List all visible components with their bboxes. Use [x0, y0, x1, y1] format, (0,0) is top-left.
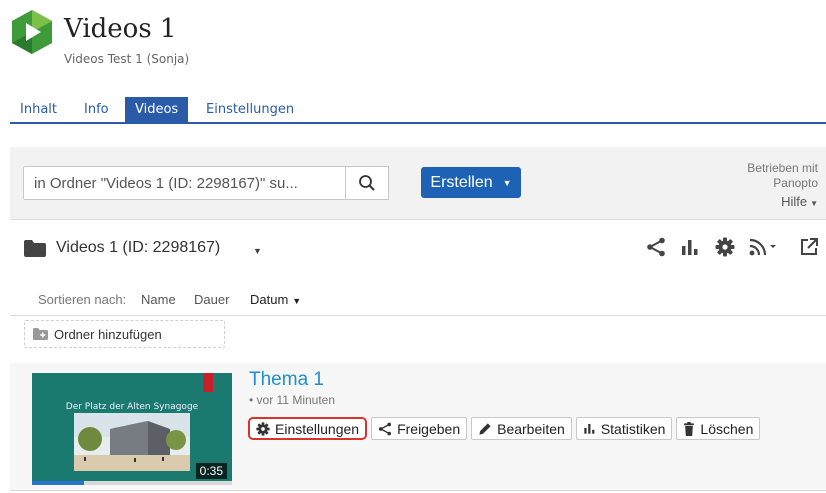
sort-option-datum-label: Datum — [250, 292, 289, 307]
share-button-label: Freigeben — [397, 420, 461, 437]
powered-by-line1: Betrieben mit — [747, 161, 818, 175]
session-row: Der Platz der Alten Synagoge 0:35 Thema … — [10, 363, 826, 491]
share-icon[interactable] — [644, 235, 668, 259]
thumbnail-red-bar — [203, 373, 213, 392]
session-date: • vor 11 Minuten — [249, 393, 336, 407]
session-delete-button[interactable]: Löschen — [676, 417, 761, 440]
edit-button-label: Bearbeiten — [497, 420, 565, 437]
create-button-label: Erstellen — [430, 173, 493, 191]
add-folder-label: Ordner hinzufügen — [54, 326, 162, 342]
help-label: Hilfe — [781, 194, 808, 209]
session-stats-button[interactable]: Statistiken — [575, 417, 673, 440]
folder-name[interactable]: Videos 1 (ID: 2298167) — [56, 239, 220, 257]
trash-icon — [684, 421, 695, 436]
sort-label: Sortieren nach: — [38, 292, 127, 307]
folder-dropdown-caret-icon[interactable]: ▼ — [253, 246, 262, 256]
thumbnail-photo-image — [74, 413, 190, 471]
powered-by: Betrieben mit Panopto — [747, 161, 818, 191]
search-icon — [359, 175, 375, 191]
gear-icon[interactable] — [713, 235, 737, 259]
panopto-toolbar: Erstellen ▼ Betrieben mit Panopto Hilfe▼ — [10, 147, 826, 220]
pencil-icon — [479, 422, 491, 435]
help-menu[interactable]: Hilfe ▼ — [781, 194, 818, 209]
session-title[interactable]: Thema 1 — [249, 369, 324, 391]
sort-option-datum[interactable]: Datum ▼ — [250, 292, 301, 307]
caret-down-icon: ▼ — [292, 296, 302, 306]
session-edit-button[interactable]: Bearbeiten — [471, 417, 572, 440]
tab-videos[interactable]: Videos — [125, 97, 189, 122]
course-header: Videos 1 Videos Test 1 (Sonja) — [0, 0, 826, 95]
tab-einstellungen[interactable]: Einstellungen — [196, 97, 304, 122]
video-duration: 0:35 — [195, 463, 227, 479]
gear-icon — [256, 421, 270, 436]
thumbnail-title: Der Platz der Alten Synagoge — [65, 402, 199, 412]
caret-down-icon: ▼ — [502, 177, 512, 188]
sort-bar: Sortieren nach: Name Dauer Datum ▼ — [10, 286, 826, 316]
course-logo-icon — [12, 10, 52, 54]
stats-button-label: Statistiken — [600, 420, 666, 437]
stats-icon[interactable] — [678, 235, 702, 259]
sort-option-dauer[interactable]: Dauer — [194, 292, 229, 307]
sort-option-name[interactable]: Name — [141, 292, 176, 307]
tab-inhalt[interactable]: Inhalt — [10, 97, 67, 122]
session-settings-button[interactable]: Einstellungen — [248, 417, 368, 440]
caret-down-icon: ▼ — [810, 199, 818, 208]
session-thumbnail[interactable]: Der Platz der Alten Synagoge 0:35 — [32, 373, 232, 485]
search-box — [23, 166, 389, 200]
page-title: Videos 1 — [64, 14, 177, 44]
session-share-button[interactable]: Freigeben — [371, 417, 468, 440]
share-icon — [379, 422, 392, 435]
add-folder-icon — [33, 328, 48, 340]
page-subtitle: Videos Test 1 (Sonja) — [64, 52, 190, 66]
rss-icon[interactable] — [747, 235, 779, 259]
delete-button-label: Löschen — [700, 420, 754, 437]
search-button[interactable] — [345, 166, 389, 200]
powered-by-line2: Panopto — [773, 176, 818, 190]
stats-icon — [584, 423, 595, 434]
create-button[interactable]: Erstellen ▼ — [421, 167, 521, 198]
session-actions: Einstellungen Freigeben Bearbeiten Stati… — [248, 417, 761, 441]
add-folder-button[interactable]: Ordner hinzufügen — [24, 320, 225, 348]
tab-info[interactable]: Info — [74, 97, 119, 122]
folder-icon — [24, 240, 46, 257]
folder-header: Videos 1 (ID: 2298167) ▼ — [10, 222, 826, 277]
course-tabs: Inhalt Info Videos Einstellungen — [10, 97, 826, 124]
open-external-icon[interactable] — [797, 235, 821, 259]
playback-progress-fill — [32, 481, 84, 485]
settings-button-label: Einstellungen — [275, 420, 360, 437]
search-input[interactable] — [24, 167, 346, 199]
